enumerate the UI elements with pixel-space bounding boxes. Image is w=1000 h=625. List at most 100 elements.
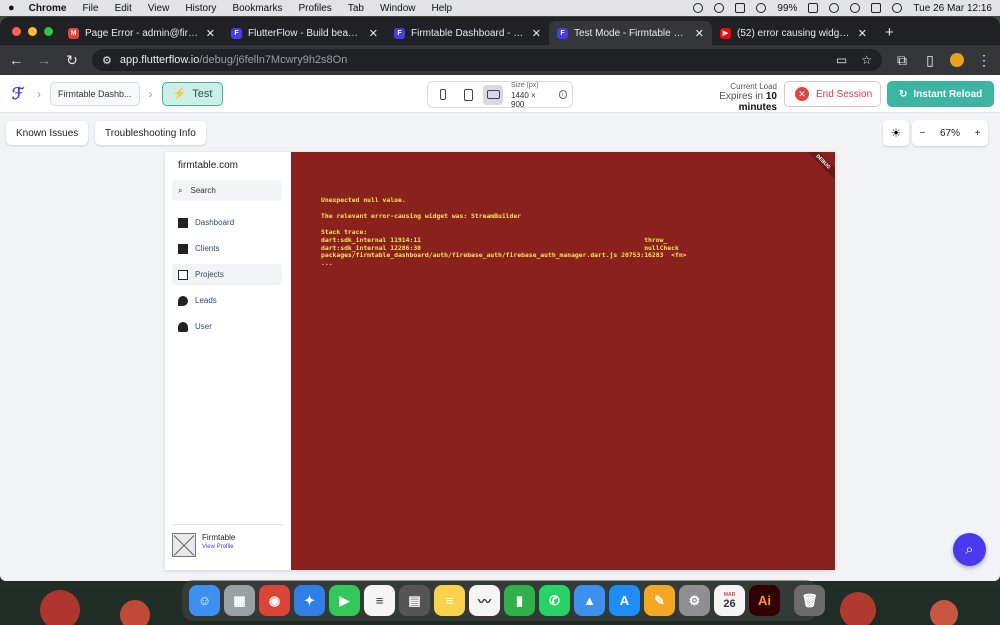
reminders-icon[interactable]: ≡ — [364, 585, 395, 616]
side-panel-icon[interactable]: ▯ — [922, 52, 938, 69]
view-profile-link[interactable]: View Profile — [202, 544, 235, 550]
info-icon[interactable]: i — [558, 90, 567, 99]
notes-icon[interactable]: ≡ — [434, 585, 465, 616]
trash-glyph: 🗑 — [801, 592, 818, 608]
close-window-button[interactable] — [12, 27, 21, 36]
reload-icon[interactable]: ↻ — [64, 52, 80, 69]
calculator-icon[interactable]: ▤ — [399, 585, 430, 616]
sidebar-item-projects[interactable]: Projects — [172, 264, 282, 285]
sidebar-item-leads[interactable]: Leads — [172, 290, 282, 311]
freeform-icon[interactable]: 〰 — [469, 585, 500, 616]
flutterflow-icon: F — [231, 27, 242, 39]
size-label: Size (px) — [511, 81, 539, 89]
tab-title: (52) error causing widget was — [737, 27, 852, 39]
breadcrumb-test-mode[interactable]: ⚡ Test — [161, 81, 224, 106]
info-icon[interactable] — [714, 3, 725, 13]
keynote-icon[interactable]: ▲ — [574, 585, 605, 616]
app-store-icon[interactable]: A — [609, 585, 640, 616]
menu-profiles[interactable]: Profiles — [298, 3, 331, 14]
address-bar[interactable]: ⚙ app.flutterflow.io/debug/j6felln7Mcwry… — [92, 49, 882, 71]
apple-menu-icon[interactable]: ● — [8, 2, 15, 14]
size-value: 1440 × 900 — [511, 90, 536, 109]
menu-app-name[interactable]: Chrome — [29, 3, 67, 14]
profile-footer[interactable]: Firmtable View Profile — [172, 524, 284, 557]
safari-icon[interactable]: ✦ — [294, 585, 325, 616]
cast-icon[interactable]: ▭ — [836, 53, 847, 67]
minimize-window-button[interactable] — [28, 27, 37, 36]
phone-device-button[interactable] — [433, 85, 453, 105]
load-info: Current Load Expires in 10 minutes — [686, 82, 777, 113]
theme-toggle-button[interactable]: ☀ — [883, 120, 909, 146]
mute-icon[interactable] — [756, 3, 767, 13]
sidebar-item-clients[interactable]: Clients — [172, 238, 282, 259]
browser-tab-active[interactable]: F Test Mode - Firmtable Dashbo ✕ — [549, 21, 712, 45]
error-widget: The relevant error-causing widget was: S… — [321, 212, 522, 220]
sidebar-item-user[interactable]: User — [172, 316, 282, 337]
calendar-icon[interactable]: MAR 26 — [714, 585, 745, 616]
breadcrumb-project[interactable]: Firmtable Dashb... — [50, 81, 140, 106]
projects-icon — [178, 269, 188, 280]
browser-tab[interactable]: ▶ (52) error causing widget was ✕ — [712, 21, 875, 45]
end-session-button[interactable]: ✕ End Session — [784, 81, 881, 107]
siri-icon[interactable] — [892, 3, 903, 13]
zoom-in-button[interactable]: + — [975, 128, 981, 139]
close-tab-icon[interactable]: ✕ — [206, 27, 215, 40]
system-settings-icon[interactable]: ⚙ — [679, 585, 710, 616]
illustrator-icon[interactable]: Ai — [749, 585, 780, 616]
menu-history[interactable]: History — [185, 3, 216, 14]
sidebar-item-label: User — [195, 322, 212, 331]
tablet-device-button[interactable] — [458, 85, 478, 105]
clock[interactable]: Tue 26 Mar 12:16 — [913, 3, 992, 14]
finder-icon[interactable]: ☺ — [189, 585, 220, 616]
flutterflow-logo-icon[interactable]: ℱ — [8, 84, 28, 104]
desktop-device-button[interactable] — [483, 84, 503, 105]
search-help-button[interactable]: ⌕ — [953, 533, 986, 566]
bookmark-star-icon[interactable]: ☆ — [861, 53, 872, 67]
forward-arrow-icon[interactable]: → — [36, 52, 52, 68]
control-center-icon[interactable] — [871, 3, 882, 13]
spotlight-icon[interactable] — [850, 3, 861, 13]
illustrator-glyph: Ai — [758, 593, 771, 608]
screen-record-icon[interactable] — [693, 3, 704, 13]
zoom-out-button[interactable]: − — [919, 128, 925, 139]
close-tab-icon[interactable]: ✕ — [532, 27, 541, 40]
new-tab-icon[interactable]: + — [875, 24, 904, 45]
extensions-icon[interactable]: ⧉ — [894, 52, 910, 69]
wifi-icon[interactable] — [829, 3, 840, 13]
troubleshooting-info-button[interactable]: Troubleshooting Info — [95, 121, 206, 145]
back-arrow-icon[interactable]: ← — [8, 52, 24, 68]
browser-tab[interactable]: F Firmtable Dashboard - Flutter ✕ — [386, 21, 549, 45]
zoom-control: − 67% + — [912, 120, 988, 146]
search-input[interactable]: ⌕ Search — [172, 180, 282, 201]
display-icon[interactable] — [735, 3, 746, 13]
menu-help[interactable]: Help — [432, 3, 453, 14]
facetime-icon[interactable]: ▶ — [329, 585, 360, 616]
chrome-icon[interactable]: ◉ — [259, 585, 290, 616]
trash-icon[interactable]: 🗑 — [794, 585, 825, 616]
whatsapp-icon[interactable]: ✆ — [539, 585, 570, 616]
numbers-icon[interactable]: ▮ — [504, 585, 535, 616]
menu-edit[interactable]: Edit — [115, 3, 132, 14]
sidebar-item-dashboard[interactable]: Dashboard — [172, 212, 282, 233]
close-tab-icon[interactable]: ✕ — [695, 27, 704, 40]
launchpad-icon[interactable]: ▦ — [224, 585, 255, 616]
site-info-icon[interactable]: ⚙ — [102, 54, 112, 67]
menu-window[interactable]: Window — [380, 3, 416, 14]
known-issues-button[interactable]: Known Issues — [6, 121, 89, 145]
profile-avatar[interactable] — [950, 53, 964, 67]
menu-file[interactable]: File — [82, 3, 98, 14]
browser-tab[interactable]: F FlutterFlow - Build beautiful, m ✕ — [223, 21, 386, 45]
close-tab-icon[interactable]: ✕ — [858, 27, 867, 40]
more-menu-icon[interactable]: ⋮ — [976, 52, 992, 69]
maximize-window-button[interactable] — [44, 27, 53, 36]
menu-tab[interactable]: Tab — [348, 3, 364, 14]
browser-tab[interactable]: M Page Error - admin@firmtable ✕ — [60, 21, 223, 45]
menu-bookmarks[interactable]: Bookmarks — [232, 3, 282, 14]
menu-view[interactable]: View — [148, 3, 170, 14]
instant-reload-button[interactable]: ↻ Instant Reload — [887, 81, 994, 107]
avatar — [172, 533, 196, 557]
pages-icon[interactable]: ✎ — [644, 585, 675, 616]
close-tab-icon[interactable]: ✕ — [369, 27, 378, 40]
tab-strip: M Page Error - admin@firmtable ✕ F Flutt… — [0, 17, 1000, 45]
battery-icon[interactable] — [808, 3, 819, 13]
